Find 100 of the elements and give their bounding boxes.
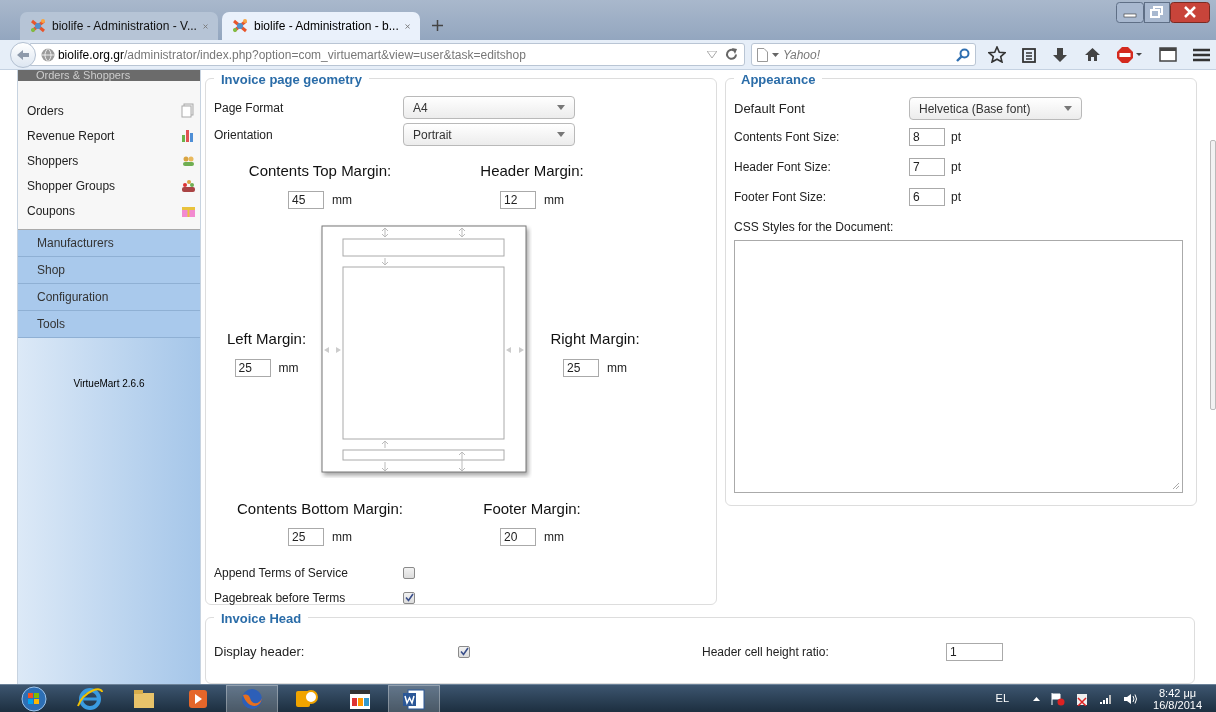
back-button[interactable]: [10, 41, 36, 68]
caret-icon: [557, 132, 565, 137]
input-field[interactable]: 12: [500, 190, 536, 209]
globe-icon: [40, 47, 55, 62]
url-path: /administrator/index.php?option=com_virtuemart&view=user&task=editshop: [123, 47, 526, 62]
sidebar-menu-item[interactable]: Tools: [18, 311, 200, 338]
unit-label: mm: [544, 191, 564, 209]
sidebar-link[interactable]: Shoppers: [27, 151, 79, 170]
puzzle-logo-icon: [232, 18, 248, 34]
checkbox[interactable]: [403, 591, 415, 604]
input-field[interactable]: 6: [909, 188, 945, 206]
browser-tab[interactable]: biolife - Administration - b...: [222, 12, 420, 40]
sidebar-section-title: Orders & Shoppers: [18, 70, 200, 81]
field-label: Header cell height ratio:: [702, 643, 830, 661]
unit-label: pt: [951, 189, 961, 206]
close-icon[interactable]: [1170, 2, 1210, 23]
caret-icon: [771, 52, 779, 57]
input-field[interactable]: 20: [500, 528, 536, 546]
margin-label: Contents Top Margin:: [248, 161, 392, 181]
search-icon[interactable]: [956, 47, 970, 62]
puzzle-logo-icon: [30, 18, 46, 34]
sidebar-link[interactable]: Revenue Report: [27, 126, 115, 145]
restore-icon[interactable]: [1144, 2, 1170, 23]
field-label: Header Font Size:: [734, 159, 832, 176]
dropdown[interactable]: Helvetica (Base font): [909, 97, 1082, 120]
input-field[interactable]: 7: [909, 158, 945, 176]
home-icon[interactable]: [1084, 47, 1101, 62]
margin-label: Contents Bottom Margin:: [237, 498, 403, 519]
browser-tab[interactable]: biolife - Administration - V...: [20, 12, 218, 40]
margin-label: Right Margin:: [550, 329, 640, 350]
sidebar-link[interactable]: Coupons: [27, 201, 76, 220]
dropdown[interactable]: A4: [403, 96, 575, 119]
sidebar-menu-item[interactable]: Configuration: [18, 284, 200, 311]
reload-icon[interactable]: [724, 48, 738, 61]
orders-icon: [181, 103, 196, 118]
field-label: Page Format: [214, 99, 285, 117]
field-label: Default Font: [734, 99, 806, 118]
taskbar-app-button[interactable]: [388, 684, 440, 712]
dropdown[interactable]: Portrait: [403, 123, 575, 146]
download-icon[interactable]: [1052, 46, 1068, 63]
scrollbar-thumb[interactable]: [1210, 140, 1216, 410]
sidebar-menu-item[interactable]: Manufacturers: [18, 230, 200, 257]
unit-label: mm: [332, 529, 352, 546]
clock[interactable]: 8:42 μμ 16/8/2014: [1153, 686, 1202, 711]
clock-time: 8:42 μμ: [1158, 686, 1197, 699]
margin-label: Footer Margin:: [483, 498, 581, 519]
device-icon[interactable]: [1075, 691, 1090, 706]
groups-icon: [181, 178, 196, 193]
browser-e-icon: [76, 685, 104, 712]
clock-date: 16/8/2014: [1153, 698, 1202, 711]
new-tab-icon[interactable]: [432, 20, 443, 31]
unit-label: mm: [278, 359, 299, 377]
margin-label: Left Margin:: [226, 329, 307, 350]
checkbox[interactable]: [458, 645, 470, 658]
unit-label: pt: [951, 129, 961, 146]
search-field[interactable]: Yahoo!: [750, 43, 976, 66]
field-label: Footer Font Size:: [734, 189, 828, 206]
unit-label: mm: [544, 529, 564, 546]
version-label: VirtueMart 2.6.6: [73, 377, 145, 391]
unit-label: pt: [951, 159, 961, 176]
search-placeholder: Yahoo!: [782, 46, 822, 64]
input-field[interactable]: 45: [288, 190, 324, 209]
unit-label: mm: [332, 191, 352, 209]
clipboard-icon[interactable]: [1022, 46, 1036, 63]
field-label: Contents Font Size:: [734, 129, 841, 146]
resize-grip-icon: [1172, 482, 1180, 490]
field-label: Orientation: [214, 126, 274, 144]
input-field[interactable]: 25: [234, 358, 271, 377]
field-label: CSS Styles for the Document:: [734, 219, 895, 236]
page-icon: [756, 47, 768, 62]
checkbox[interactable]: [403, 566, 415, 579]
checkbox-label: Pagebreak before Terms: [214, 589, 347, 607]
star-icon[interactable]: [988, 46, 1006, 63]
up-arrow-icon[interactable]: [1033, 696, 1041, 701]
language-indicator[interactable]: EL: [995, 690, 1010, 707]
input-field[interactable]: 25: [563, 358, 599, 377]
speaker-icon[interactable]: [1123, 692, 1138, 705]
sidebar-link[interactable]: Shopper Groups: [27, 176, 116, 195]
report-icon: [181, 128, 196, 143]
sidebar-link[interactable]: Orders: [27, 101, 64, 120]
menu-icon[interactable]: [1193, 47, 1210, 62]
address-field[interactable]: biolife.org.gr/administrator/index.php?option=com_virtuemart&view=user&task=editshop: [29, 43, 745, 66]
caret-icon: [1064, 106, 1072, 111]
minimize-icon[interactable]: [1116, 2, 1144, 23]
caret-icon: [557, 105, 565, 110]
flag-icon[interactable]: [1050, 691, 1066, 706]
signal-bars-icon[interactable]: [1099, 693, 1114, 704]
sidebar-menu-item[interactable]: Shop: [18, 257, 200, 284]
margin-label: Header Margin:: [480, 161, 584, 181]
tab-title: biolife - Administration - b...: [254, 18, 399, 35]
field-label: Display header:: [214, 643, 306, 661]
input-field[interactable]: 1: [946, 642, 1003, 661]
unit-label: mm: [607, 359, 627, 377]
back-arrow-icon: [15, 48, 30, 61]
input-field[interactable]: 25: [288, 528, 324, 546]
checkbox-label: Append Terms of Service: [214, 564, 349, 582]
window-icon[interactable]: [1159, 47, 1177, 62]
url-host: biolife.org.gr: [57, 47, 124, 62]
tab-title: biolife - Administration - V...: [52, 18, 197, 35]
input-field[interactable]: 8: [909, 128, 945, 146]
